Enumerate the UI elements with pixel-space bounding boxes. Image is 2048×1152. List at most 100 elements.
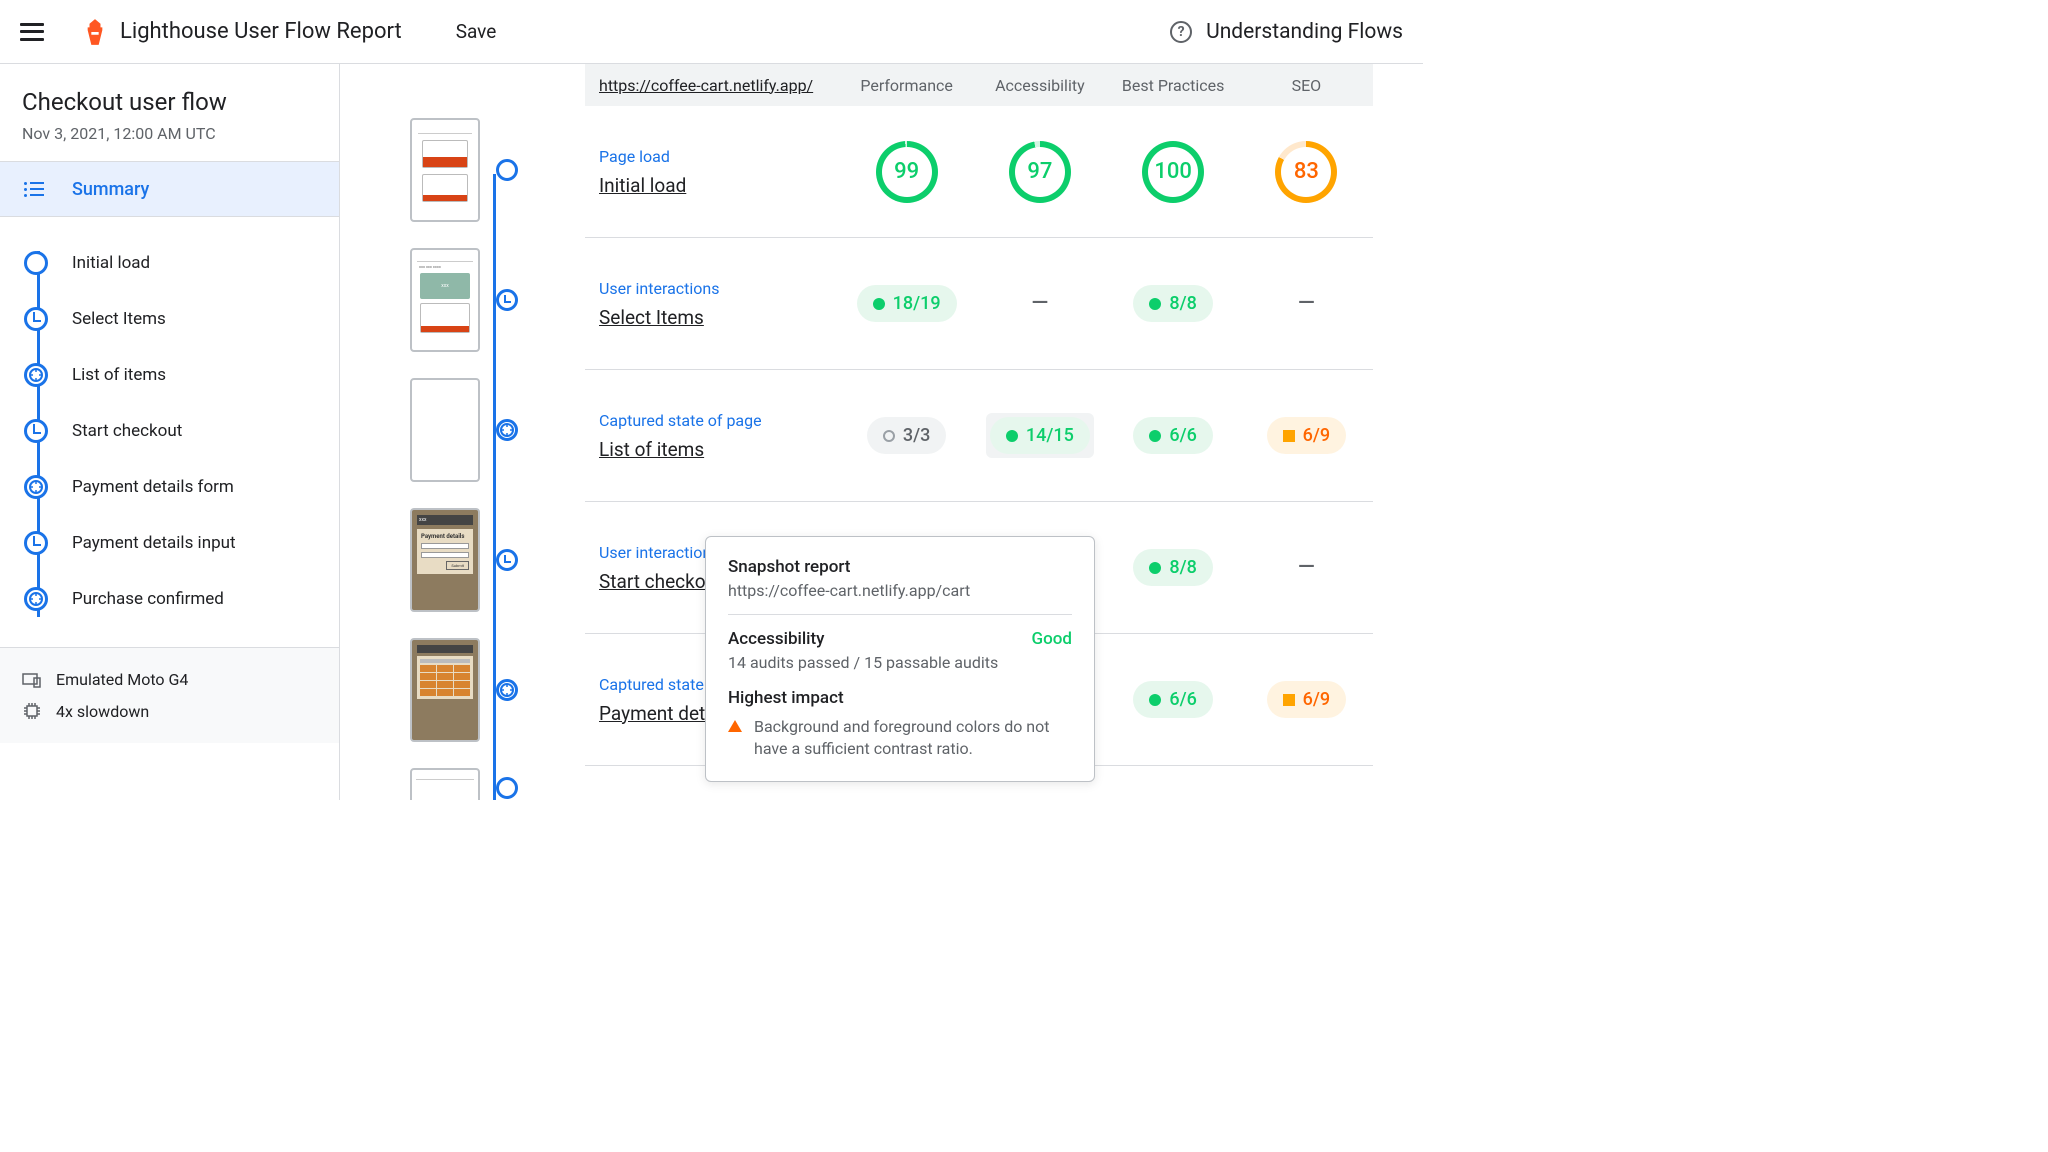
score-cell[interactable]: 97 bbox=[973, 141, 1106, 203]
step-label: Select Items bbox=[72, 309, 166, 329]
score-cell[interactable]: 6/9 bbox=[1240, 417, 1373, 454]
sidebar-step[interactable]: Initial load bbox=[0, 235, 339, 291]
tooltip-subtitle: 14 audits passed / 15 passable audits bbox=[728, 653, 1072, 672]
score-cell[interactable]: — bbox=[1240, 291, 1373, 316]
square-icon bbox=[1283, 694, 1295, 706]
device-icon bbox=[22, 672, 42, 688]
square-icon bbox=[1283, 430, 1295, 442]
dot-icon bbox=[1149, 298, 1161, 310]
sidebar-step[interactable]: Payment details form bbox=[0, 459, 339, 515]
score-cell[interactable]: 6/6 bbox=[1107, 417, 1240, 454]
snapshot-marker-icon bbox=[496, 679, 518, 701]
score-pill: 6/6 bbox=[1133, 681, 1212, 718]
dot-icon bbox=[873, 298, 885, 310]
sidebar-summary-label: Summary bbox=[72, 179, 149, 200]
phase-label: Captured state of page bbox=[599, 411, 840, 430]
clock-marker-icon bbox=[24, 419, 48, 443]
sidebar-step[interactable]: List of items bbox=[0, 347, 339, 403]
dot-icon bbox=[883, 430, 895, 442]
clock-marker-icon bbox=[24, 531, 48, 555]
save-button[interactable]: Save bbox=[456, 20, 497, 43]
tooltip-impact-text: Background and foreground colors do not … bbox=[754, 716, 1072, 761]
score-cell[interactable]: — bbox=[973, 291, 1106, 316]
understanding-flows-link[interactable]: Understanding Flows bbox=[1206, 20, 1403, 44]
header-seo: SEO bbox=[1240, 76, 1373, 95]
dash-icon: — bbox=[1031, 291, 1048, 316]
tooltip-rating: Good bbox=[1032, 629, 1072, 649]
row-title[interactable]: Initial load bbox=[599, 174, 840, 197]
flow-row: Captured state of page List of items 3/3 14… bbox=[585, 370, 1373, 502]
sidebar-step[interactable]: Purchase confirmed bbox=[0, 571, 339, 627]
snapshot-marker-icon bbox=[24, 363, 48, 387]
dot-icon bbox=[1149, 694, 1161, 706]
row-title[interactable]: Select Items bbox=[599, 306, 840, 329]
top-bar: Lighthouse User Flow Report Save ? Under… bbox=[0, 0, 1423, 64]
score-cell[interactable]: 8/8 bbox=[1107, 285, 1240, 322]
url-header[interactable]: https://coffee-cart.netlify.app/ bbox=[585, 76, 840, 95]
score-gauge: 97 bbox=[1009, 141, 1071, 203]
sidebar-step[interactable]: Start checkout bbox=[0, 403, 339, 459]
help-icon[interactable]: ? bbox=[1170, 21, 1192, 43]
step-label: Purchase confirmed bbox=[72, 589, 224, 609]
circle-marker-icon bbox=[496, 777, 518, 799]
dash-icon: — bbox=[1298, 555, 1315, 580]
clock-marker-icon bbox=[496, 289, 518, 311]
score-cell[interactable]: 18/19 bbox=[840, 285, 973, 322]
score-cell[interactable]: 99 bbox=[840, 141, 973, 203]
step-label: List of items bbox=[72, 365, 166, 385]
flow-row: User interactionsSelect Items18/19—8/8— bbox=[585, 238, 1373, 370]
score-cell[interactable]: 3/3 bbox=[840, 417, 973, 454]
flow-row: Page load Initial load99 97 100 83 bbox=[585, 106, 1373, 238]
snapshot-marker-icon bbox=[24, 475, 48, 499]
phase-label: Page load bbox=[599, 147, 840, 166]
header-performance: Performance bbox=[840, 76, 973, 95]
step-label: Start checkout bbox=[72, 421, 182, 441]
snapshot-marker-icon bbox=[24, 587, 48, 611]
sidebar-step[interactable]: Select Items bbox=[0, 291, 339, 347]
flow-date: Nov 3, 2021, 12:00 AM UTC bbox=[22, 124, 317, 143]
tooltip-impact-head: Highest impact bbox=[728, 688, 1072, 708]
nav-steps: Initial load Select Items List of items Sta… bbox=[0, 217, 339, 647]
score-cell[interactable]: 6/9 bbox=[1240, 681, 1373, 718]
dot-icon bbox=[1149, 430, 1161, 442]
score-cell[interactable]: 14/15 bbox=[973, 413, 1106, 458]
score-cell[interactable]: 6/6 bbox=[1107, 681, 1240, 718]
dash-icon: — bbox=[1298, 291, 1315, 316]
screenshot-thumbnail[interactable]: xxxPayment detailsSubmit bbox=[410, 508, 480, 612]
score-pill: 8/8 bbox=[1133, 549, 1212, 586]
snapshot-tooltip: Snapshot report https://coffee-cart.netl… bbox=[705, 536, 1095, 782]
score-pill: 6/9 bbox=[1267, 417, 1346, 454]
header-best-practices: Best Practices bbox=[1107, 76, 1240, 95]
flow-title: Checkout user flow bbox=[22, 88, 317, 116]
score-gauge: 83 bbox=[1275, 141, 1337, 203]
content-column: https://coffee-cart.netlify.app/ Perform… bbox=[585, 64, 1423, 800]
tooltip-url: https://coffee-cart.netlify.app/cart bbox=[728, 581, 1072, 615]
column-headers: https://coffee-cart.netlify.app/ Perform… bbox=[585, 64, 1373, 106]
score-cell[interactable]: 100 bbox=[1107, 141, 1240, 203]
score-cell[interactable]: 83 bbox=[1240, 141, 1373, 203]
screenshot-thumbnail[interactable] bbox=[410, 768, 480, 800]
menu-icon[interactable] bbox=[20, 23, 44, 41]
score-pill: 6/9 bbox=[1267, 681, 1346, 718]
screenshot-thumbnail[interactable]: xxx xxx xxxxxxx bbox=[410, 248, 480, 352]
score-cell[interactable]: 8/8 bbox=[1107, 549, 1240, 586]
row-title[interactable]: List of items bbox=[599, 438, 840, 461]
warning-triangle-icon bbox=[728, 720, 742, 732]
score-pill: 3/3 bbox=[867, 417, 946, 454]
step-label: Initial load bbox=[72, 253, 150, 273]
screenshot-thumbnail[interactable] bbox=[410, 118, 480, 222]
step-label: Payment details form bbox=[72, 477, 234, 497]
sidebar-summary[interactable]: Summary bbox=[0, 161, 339, 217]
device-slowdown: 4x slowdown bbox=[56, 702, 149, 721]
cpu-icon bbox=[22, 701, 42, 721]
screenshot-thumbnail[interactable] bbox=[410, 378, 480, 482]
score-pill: 18/19 bbox=[857, 285, 957, 322]
sidebar-step[interactable]: Payment details input bbox=[0, 515, 339, 571]
tooltip-title: Snapshot report bbox=[728, 557, 1072, 577]
list-icon bbox=[24, 182, 44, 196]
device-info: Emulated Moto G4 4x slowdown bbox=[0, 647, 339, 743]
score-cell[interactable]: — bbox=[1240, 555, 1373, 580]
screenshot-thumbnail[interactable] bbox=[410, 638, 480, 742]
score-gauge: 100 bbox=[1142, 141, 1204, 203]
clock-marker-icon bbox=[496, 549, 518, 571]
